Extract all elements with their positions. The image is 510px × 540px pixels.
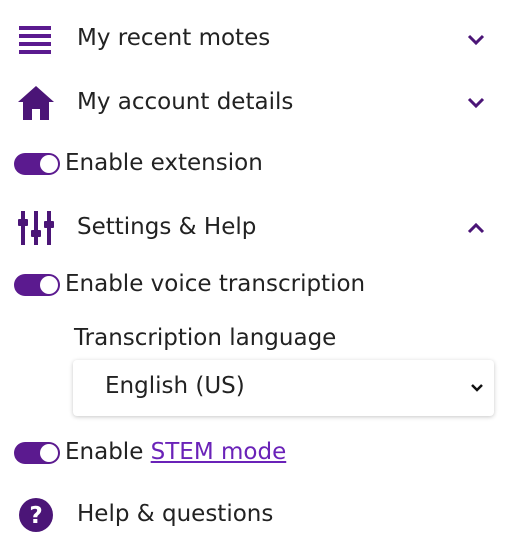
menu-item-account-details[interactable]: My account details — [0, 82, 510, 124]
toggle-label: Enable STEM mode — [65, 439, 286, 465]
menu-lines-icon — [18, 24, 52, 56]
enable-extension-toggle[interactable] — [14, 153, 60, 175]
menu-item-settings-help[interactable]: Settings & Help — [0, 208, 510, 248]
transcription-language-label: Transcription language — [74, 325, 337, 351]
toggle-row-extension: Enable extension — [0, 148, 510, 180]
toggle-label: Enable extension — [65, 150, 263, 176]
sliders-icon — [16, 210, 56, 246]
chevron-down-icon — [470, 378, 484, 397]
menu-item-label: Settings & Help — [77, 214, 257, 240]
selected-language-value: English (US) — [105, 373, 245, 399]
transcription-language-select[interactable]: English (US) — [73, 360, 494, 416]
menu-item-recent-motes[interactable]: My recent motes — [0, 20, 510, 60]
toggle-label-prefix: Enable — [65, 439, 151, 465]
enable-stem-mode-toggle[interactable] — [14, 442, 60, 464]
chevron-down-icon[interactable] — [466, 93, 486, 113]
menu-item-label: Help & questions — [77, 501, 274, 527]
toggle-label: Enable voice transcription — [65, 271, 366, 297]
svg-text:?: ? — [29, 503, 42, 529]
menu-item-label: My recent motes — [77, 25, 271, 51]
enable-voice-transcription-toggle[interactable] — [14, 274, 60, 296]
toggle-row-stem: Enable STEM mode — [0, 437, 510, 469]
menu-item-label: My account details — [77, 89, 294, 115]
chevron-up-icon[interactable] — [466, 218, 486, 238]
stem-mode-link[interactable]: STEM mode — [151, 439, 287, 465]
menu-item-help-questions[interactable]: ? Help & questions — [0, 495, 510, 535]
home-icon — [16, 84, 56, 122]
toggle-row-voice: Enable voice transcription — [0, 269, 510, 301]
chevron-down-icon[interactable] — [466, 30, 486, 50]
question-circle-icon: ? — [18, 497, 54, 533]
